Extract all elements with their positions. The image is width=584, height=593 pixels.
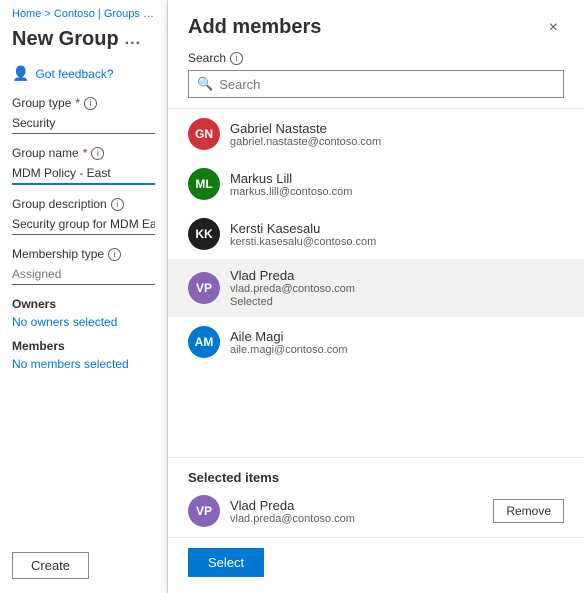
- modal-footer: Select: [168, 537, 584, 593]
- member-info: Aile Magiaile.magi@contoso.com: [230, 329, 348, 356]
- ellipsis-button[interactable]: ...: [125, 31, 141, 49]
- selected-member-email: vlad.preda@contoso.com: [230, 513, 483, 525]
- members-label: Members: [12, 339, 155, 353]
- list-item[interactable]: ML Markus Lillmarkus.lill@contoso.com: [168, 159, 584, 209]
- selected-member-name: Vlad Preda: [230, 498, 483, 513]
- member-info: Vlad Predavlad.preda@contoso.comSelected: [230, 268, 355, 308]
- create-button[interactable]: Create: [12, 552, 89, 579]
- list-item[interactable]: GN Gabriel Nastastegabriel.nastaste@conto…: [168, 109, 584, 159]
- member-list: GN Gabriel Nastastegabriel.nastaste@conto…: [168, 108, 584, 457]
- group-desc-info-icon[interactable]: i: [111, 198, 124, 211]
- member-email: aile.magi@contoso.com: [230, 344, 348, 356]
- member-name: Gabriel Nastaste: [230, 121, 381, 136]
- avatar: ML: [188, 168, 220, 200]
- member-info: Kersti Kasesalukersti.kasesalu@contoso.c…: [230, 221, 376, 248]
- avatar: AM: [188, 326, 220, 358]
- remove-button[interactable]: Remove: [493, 499, 564, 523]
- add-members-modal: Add members × Search i 🔍 GN Gabriel Nasta…: [168, 0, 584, 593]
- membership-type-label: Membership type i: [12, 247, 155, 261]
- modal-title: Add members: [188, 16, 321, 39]
- owners-label: Owners: [12, 297, 155, 311]
- members-section: Members No members selected: [12, 339, 155, 371]
- feedback-text: Got feedback?: [35, 67, 113, 81]
- group-type-info-icon[interactable]: i: [84, 97, 97, 110]
- member-info: Markus Lillmarkus.lill@contoso.com: [230, 171, 352, 198]
- membership-type-field: Membership type i: [12, 247, 155, 285]
- avatar: KK: [188, 218, 220, 250]
- no-members-link[interactable]: No members selected: [12, 357, 129, 371]
- list-item[interactable]: KK Kersti Kasesalukersti.kasesalu@contoso…: [168, 209, 584, 259]
- select-button[interactable]: Select: [188, 548, 264, 577]
- member-info: Gabriel Nastastegabriel.nastaste@contoso…: [230, 121, 381, 148]
- selected-section: Selected items VP Vlad Preda vlad.preda@…: [168, 457, 584, 537]
- member-email: gabriel.nastaste@contoso.com: [230, 136, 381, 148]
- avatar: VP: [188, 272, 220, 304]
- group-name-label: Group name * i: [12, 146, 155, 160]
- page-title: New Group: [12, 28, 119, 51]
- member-email: vlad.preda@contoso.com: [230, 283, 355, 295]
- member-email: kersti.kasesalu@contoso.com: [230, 236, 376, 248]
- search-icon: 🔍: [197, 76, 213, 92]
- avatar: GN: [188, 118, 220, 150]
- search-info-icon[interactable]: i: [230, 52, 243, 65]
- member-name: Aile Magi: [230, 329, 348, 344]
- required-star-name: *: [83, 146, 88, 160]
- group-type-field: Group type * i: [12, 96, 155, 134]
- breadcrumb: Home > Contoso | Groups > Gr: [12, 8, 155, 20]
- feedback-row[interactable]: 👤 Got feedback?: [12, 65, 155, 82]
- group-name-input[interactable]: [12, 163, 155, 185]
- person-icon: 👤: [12, 65, 29, 82]
- selected-avatar: VP: [188, 495, 220, 527]
- selected-item-row: VP Vlad Preda vlad.preda@contoso.com Rem…: [188, 495, 564, 527]
- group-desc-input[interactable]: [12, 214, 155, 235]
- membership-type-input[interactable]: [12, 264, 155, 285]
- selected-items-title: Selected items: [188, 470, 564, 485]
- member-name: Kersti Kasesalu: [230, 221, 376, 236]
- owners-section: Owners No owners selected: [12, 297, 155, 329]
- no-owners-link[interactable]: No owners selected: [12, 315, 117, 329]
- selected-tag: Selected: [230, 296, 355, 308]
- search-input[interactable]: [219, 77, 555, 92]
- member-name: Markus Lill: [230, 171, 352, 186]
- group-name-info-icon[interactable]: i: [91, 147, 104, 160]
- modal-header: Add members ×: [168, 0, 584, 51]
- page-title-row: New Group ...: [12, 28, 155, 51]
- search-label: Search i: [188, 51, 564, 65]
- group-type-input[interactable]: [12, 113, 155, 134]
- member-name: Vlad Preda: [230, 268, 355, 283]
- left-panel: Home > Contoso | Groups > Gr New Group .…: [0, 0, 168, 593]
- close-button[interactable]: ×: [543, 17, 564, 39]
- search-input-wrap: 🔍: [188, 70, 564, 98]
- group-desc-field: Group description i: [12, 197, 155, 235]
- search-section: Search i 🔍: [168, 51, 584, 108]
- list-item[interactable]: VP Vlad Predavlad.preda@contoso.comSelect…: [168, 259, 584, 317]
- membership-info-icon[interactable]: i: [108, 248, 121, 261]
- required-star: *: [75, 96, 80, 110]
- list-item[interactable]: AM Aile Magiaile.magi@contoso.com: [168, 317, 584, 367]
- member-email: markus.lill@contoso.com: [230, 186, 352, 198]
- group-name-field: Group name * i: [12, 146, 155, 185]
- selected-item-info: Vlad Preda vlad.preda@contoso.com: [230, 498, 483, 525]
- group-desc-label: Group description i: [12, 197, 155, 211]
- group-type-label: Group type * i: [12, 96, 155, 110]
